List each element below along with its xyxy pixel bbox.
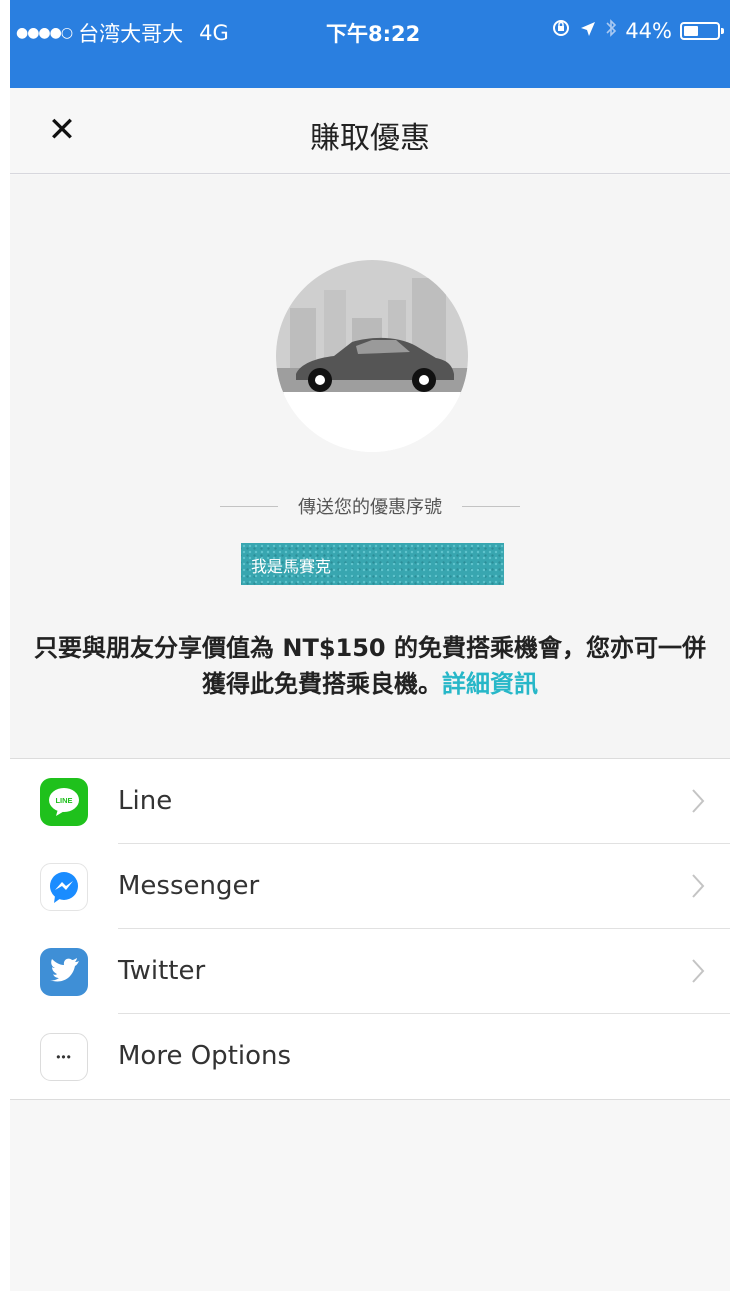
clock: 下午8:22: [326, 22, 421, 46]
share-option-messenger[interactable]: Messenger: [10, 844, 730, 929]
chevron-right-icon: [692, 874, 705, 898]
promo-code-heading: 傳送您的優惠序號: [10, 493, 730, 519]
navigation-bar: ✕ 賺取優惠: [10, 88, 730, 174]
share-option-twitter[interactable]: Twitter: [10, 929, 730, 1014]
rotation-lock-icon: [551, 18, 571, 43]
signal-strength-icon: ●●●●○: [16, 25, 73, 41]
share-option-label: Messenger: [118, 871, 260, 901]
bluetooth-icon: [605, 18, 617, 43]
battery-percent: 44%: [625, 18, 672, 43]
chevron-right-icon: [692, 789, 705, 813]
status-bar: ●●●●○ 台湾大哥大 4G 下午8:22 44%: [10, 0, 730, 88]
share-option-label: More Options: [118, 1041, 292, 1071]
share-options-list: LINE Line Messenger Twitter ••• More Opt…: [10, 758, 730, 1100]
svg-text:LINE: LINE: [55, 796, 72, 805]
share-option-line[interactable]: LINE Line: [10, 759, 730, 844]
car-illustration: [276, 260, 468, 452]
share-option-label: Line: [118, 786, 173, 816]
more-options-icon: •••: [40, 1033, 88, 1081]
network-type: 4G: [199, 21, 229, 45]
page-title: 賺取優惠: [310, 121, 430, 156]
battery-icon: [680, 21, 724, 40]
line-icon: LINE: [40, 778, 88, 826]
location-arrow-icon: [579, 19, 597, 43]
messenger-icon: [40, 863, 88, 911]
promo-hero: 傳送您的優惠序號 u n 我是馬賽克 只要與朋友分享價值為 NT$150 的免費…: [10, 175, 730, 760]
share-option-label: Twitter: [118, 956, 206, 986]
details-link[interactable]: 詳細資訊: [442, 670, 538, 698]
promo-code[interactable]: u n 我是馬賽克: [220, 535, 530, 595]
heading-divider-left: [220, 505, 278, 507]
mosaic-label: 我是馬賽克: [251, 557, 332, 576]
mosaic-overlay: 我是馬賽克: [241, 543, 504, 585]
chevron-right-icon: [692, 959, 705, 983]
twitter-icon: [40, 948, 88, 996]
share-option-more[interactable]: ••• More Options: [10, 1014, 730, 1099]
heading-divider-right: [462, 505, 520, 507]
carrier-name: 台湾大哥大: [78, 22, 184, 46]
promo-description: 只要與朋友分享價值為 NT$150 的免費搭乘機會，您亦可一併獲得此免費搭乘良機…: [34, 634, 706, 698]
app-screen: ●●●●○ 台湾大哥大 4G 下午8:22 44% ✕ 賺取優惠 傳送您的優惠序…: [10, 0, 730, 1291]
